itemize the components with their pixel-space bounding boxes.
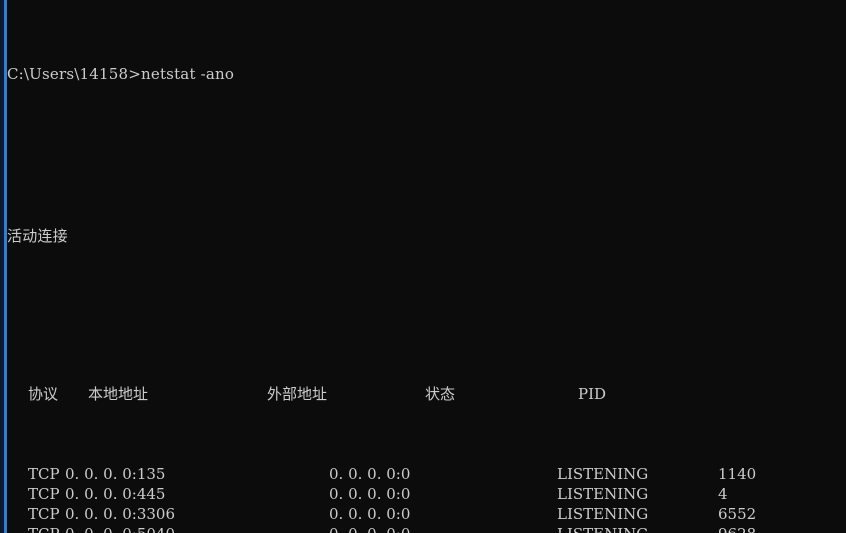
cell-pid: 6552 xyxy=(718,505,757,523)
cell-protocol: TCP xyxy=(28,485,60,503)
cell-pid: 1140 xyxy=(718,465,757,483)
connection-rows-container: TCP 0. 0. 0. 0:135 0. 0. 0. 0:0 LISTENING 11… xyxy=(7,464,846,533)
table-row: TCP 0. 0. 0. 0:135 0. 0. 0. 0:0 LISTENING 11… xyxy=(7,464,846,484)
cell-foreign-address: 0. 0. 0. 0:0 xyxy=(329,524,410,533)
cell-state: LISTENING xyxy=(557,485,649,503)
command-prompt-line: C:\Users\14158>netstat -ano xyxy=(7,65,235,83)
table-row: TCP 0. 0. 0. 0:3306 0. 0. 0. 0:0 LISTENING 6… xyxy=(7,504,846,524)
cell-protocol: TCP xyxy=(28,505,60,523)
cell-foreign-address: 0. 0. 0. 0:0 xyxy=(329,465,411,483)
cell-protocol: TCP xyxy=(28,524,60,533)
cell-pid: 4 xyxy=(718,485,728,503)
cell-state: LISTENING xyxy=(557,465,649,483)
table-row: TCP 0. 0. 0. 0:5040 0. 0. 0. 0:0 LISTENING 9… xyxy=(7,524,846,533)
section-title: 活动连接 xyxy=(7,227,68,245)
cell-local-address: 0. 0. 0. 0:5040 xyxy=(65,524,175,533)
cell-state: LISTENING xyxy=(557,505,649,523)
cell-protocol: TCP xyxy=(28,465,60,483)
cell-pid: 9628 xyxy=(718,524,756,533)
cell-foreign-address: 0. 0. 0. 0:0 xyxy=(329,485,411,503)
cell-state: LISTENING xyxy=(557,524,648,533)
column-header-foreign-address: 外部地址 xyxy=(267,385,328,403)
table-header-row: 协议 本地地址 外部地址 状态 PID xyxy=(7,384,846,404)
cell-foreign-address: 0. 0. 0. 0:0 xyxy=(329,505,411,523)
cell-local-address: 0. 0. 0. 0:445 xyxy=(65,485,166,503)
column-header-state: 状态 xyxy=(425,385,456,403)
table-row: TCP 0. 0. 0. 0:445 0. 0. 0. 0:0 LISTENING 4 xyxy=(7,484,846,504)
cell-local-address: 0. 0. 0. 0:135 xyxy=(65,465,166,483)
column-header-local-address: 本地地址 xyxy=(88,385,149,403)
column-header-protocol: 协议 xyxy=(28,385,59,403)
cell-local-address: 0. 0. 0. 0:3306 xyxy=(65,505,176,523)
column-header-pid: PID xyxy=(578,385,607,403)
console-output-area[interactable]: C:\Users\14158>netstat -ano 活动连接 协议 本地地址… xyxy=(7,0,846,533)
